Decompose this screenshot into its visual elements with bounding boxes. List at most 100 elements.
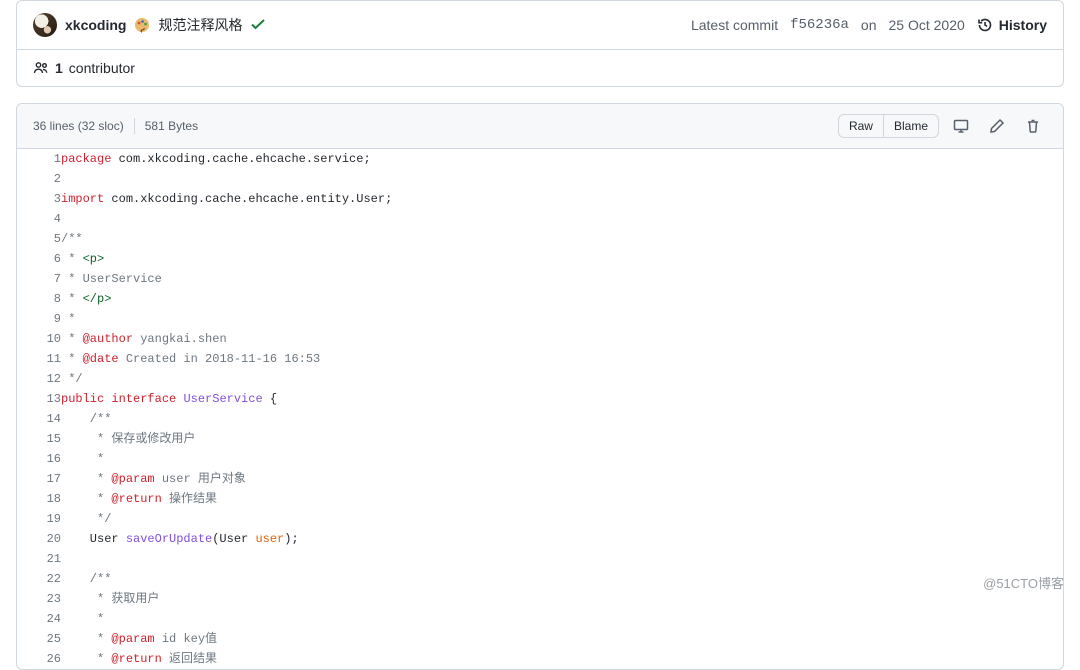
code-row: 20 User saveOrUpdate(User user); bbox=[17, 529, 1063, 549]
line-number[interactable]: 13 bbox=[17, 389, 61, 409]
line-number[interactable]: 10 bbox=[17, 329, 61, 349]
code-row: 24 * bbox=[17, 609, 1063, 629]
code-line[interactable]: import com.xkcoding.cache.ehcache.entity… bbox=[61, 189, 1063, 209]
code-row: 12 */ bbox=[17, 369, 1063, 389]
commit-date: 25 Oct 2020 bbox=[888, 17, 964, 33]
screen-icon bbox=[953, 118, 969, 134]
line-number[interactable]: 25 bbox=[17, 629, 61, 649]
line-number[interactable]: 12 bbox=[17, 369, 61, 389]
commit-box: xkcoding 规范注释风格 Latest commit f56236a on… bbox=[16, 0, 1064, 87]
line-number[interactable]: 16 bbox=[17, 449, 61, 469]
code-row: 11 * @date Created in 2018-11-16 16:53 bbox=[17, 349, 1063, 369]
line-number[interactable]: 11 bbox=[17, 349, 61, 369]
code-line[interactable]: */ bbox=[61, 509, 1063, 529]
code-line[interactable] bbox=[61, 549, 1063, 569]
code-stats: 36 lines (32 sloc) 581 Bytes bbox=[33, 118, 198, 134]
line-number[interactable]: 1 bbox=[17, 149, 61, 169]
line-number[interactable]: 22 bbox=[17, 569, 61, 589]
code-line[interactable]: * @return 操作结果 bbox=[61, 489, 1063, 509]
code-row: 17 * @param user 用户对象 bbox=[17, 469, 1063, 489]
author-link[interactable]: xkcoding bbox=[65, 17, 126, 33]
line-number[interactable]: 15 bbox=[17, 429, 61, 449]
history-icon bbox=[977, 17, 993, 33]
code-line[interactable] bbox=[61, 209, 1063, 229]
people-icon bbox=[33, 60, 49, 76]
commit-on-label: on bbox=[861, 17, 877, 33]
commit-header: xkcoding 规范注释风格 Latest commit f56236a on… bbox=[17, 1, 1063, 50]
code-row: 6 * <p> bbox=[17, 249, 1063, 269]
code-line[interactable]: * @return 返回结果 bbox=[61, 649, 1063, 669]
commit-sha[interactable]: f56236a bbox=[790, 17, 849, 33]
code-line[interactable] bbox=[61, 169, 1063, 189]
line-number[interactable]: 23 bbox=[17, 589, 61, 609]
code-line[interactable]: * @param user 用户对象 bbox=[61, 469, 1063, 489]
code-row: 21 bbox=[17, 549, 1063, 569]
edit-button[interactable] bbox=[983, 112, 1011, 140]
code-line[interactable]: package com.xkcoding.cache.ehcache.servi… bbox=[61, 149, 1063, 169]
line-number[interactable]: 6 bbox=[17, 249, 61, 269]
size-stat: 581 Bytes bbox=[145, 119, 198, 133]
line-number[interactable]: 8 bbox=[17, 289, 61, 309]
code-line[interactable]: * 获取用户 bbox=[61, 589, 1063, 609]
line-number[interactable]: 20 bbox=[17, 529, 61, 549]
history-button[interactable]: History bbox=[977, 17, 1047, 33]
line-number[interactable]: 7 bbox=[17, 269, 61, 289]
code-row: 4 bbox=[17, 209, 1063, 229]
delete-button[interactable] bbox=[1019, 112, 1047, 140]
code-toolbar: 36 lines (32 sloc) 581 Bytes Raw Blame bbox=[17, 104, 1063, 149]
code-line[interactable]: * bbox=[61, 309, 1063, 329]
code-row: 13public interface UserService { bbox=[17, 389, 1063, 409]
code-line[interactable]: * @param id key值 bbox=[61, 629, 1063, 649]
code-row: 22 /** bbox=[17, 569, 1063, 589]
commit-author-area: xkcoding 规范注释风格 bbox=[33, 13, 266, 37]
code-row: 5/** bbox=[17, 229, 1063, 249]
line-number[interactable]: 17 bbox=[17, 469, 61, 489]
code-line[interactable]: * @author yangkai.shen bbox=[61, 329, 1063, 349]
code-line[interactable]: /** bbox=[61, 569, 1063, 589]
blame-button[interactable]: Blame bbox=[884, 114, 939, 138]
history-label: History bbox=[999, 17, 1047, 33]
commit-message[interactable]: 规范注释风格 bbox=[158, 15, 242, 35]
check-icon[interactable] bbox=[250, 16, 266, 35]
contributor-count: 1 bbox=[55, 60, 63, 76]
line-number[interactable]: 24 bbox=[17, 609, 61, 629]
line-number[interactable]: 2 bbox=[17, 169, 61, 189]
line-number[interactable]: 26 bbox=[17, 649, 61, 669]
code-line[interactable]: public interface UserService { bbox=[61, 389, 1063, 409]
line-number[interactable]: 9 bbox=[17, 309, 61, 329]
code-line[interactable]: * @date Created in 2018-11-16 16:53 bbox=[61, 349, 1063, 369]
code-row: 25 * @param id key值 bbox=[17, 629, 1063, 649]
code-row: 19 */ bbox=[17, 509, 1063, 529]
line-number[interactable]: 21 bbox=[17, 549, 61, 569]
commit-meta: Latest commit f56236a on 25 Oct 2020 His… bbox=[691, 17, 1047, 33]
trash-icon bbox=[1025, 118, 1041, 134]
line-number[interactable]: 14 bbox=[17, 409, 61, 429]
code-row: 10 * @author yangkai.shen bbox=[17, 329, 1063, 349]
stats-divider bbox=[134, 118, 135, 134]
code-line[interactable]: /** bbox=[61, 229, 1063, 249]
pencil-icon bbox=[989, 118, 1005, 134]
code-line[interactable]: * </p> bbox=[61, 289, 1063, 309]
code-line[interactable]: * UserService bbox=[61, 269, 1063, 289]
desktop-button[interactable] bbox=[947, 112, 975, 140]
palette-emoji bbox=[134, 17, 150, 33]
lines-stat: 36 lines (32 sloc) bbox=[33, 119, 124, 133]
code-table: 1package com.xkcoding.cache.ehcache.serv… bbox=[17, 149, 1063, 669]
line-number[interactable]: 5 bbox=[17, 229, 61, 249]
raw-button[interactable]: Raw bbox=[838, 114, 884, 138]
line-number[interactable]: 18 bbox=[17, 489, 61, 509]
code-line[interactable]: /** bbox=[61, 409, 1063, 429]
line-number[interactable]: 4 bbox=[17, 209, 61, 229]
code-line[interactable]: * bbox=[61, 449, 1063, 469]
line-number[interactable]: 3 bbox=[17, 189, 61, 209]
code-line[interactable]: * 保存或修改用户 bbox=[61, 429, 1063, 449]
avatar[interactable] bbox=[33, 13, 57, 37]
code-line[interactable]: User saveOrUpdate(User user); bbox=[61, 529, 1063, 549]
code-row: 23 * 获取用户 bbox=[17, 589, 1063, 609]
code-line[interactable]: * bbox=[61, 609, 1063, 629]
line-number[interactable]: 19 bbox=[17, 509, 61, 529]
code-line[interactable]: */ bbox=[61, 369, 1063, 389]
code-line[interactable]: * <p> bbox=[61, 249, 1063, 269]
code-row: 1package com.xkcoding.cache.ehcache.serv… bbox=[17, 149, 1063, 169]
code-box: 36 lines (32 sloc) 581 Bytes Raw Blame bbox=[16, 103, 1064, 670]
